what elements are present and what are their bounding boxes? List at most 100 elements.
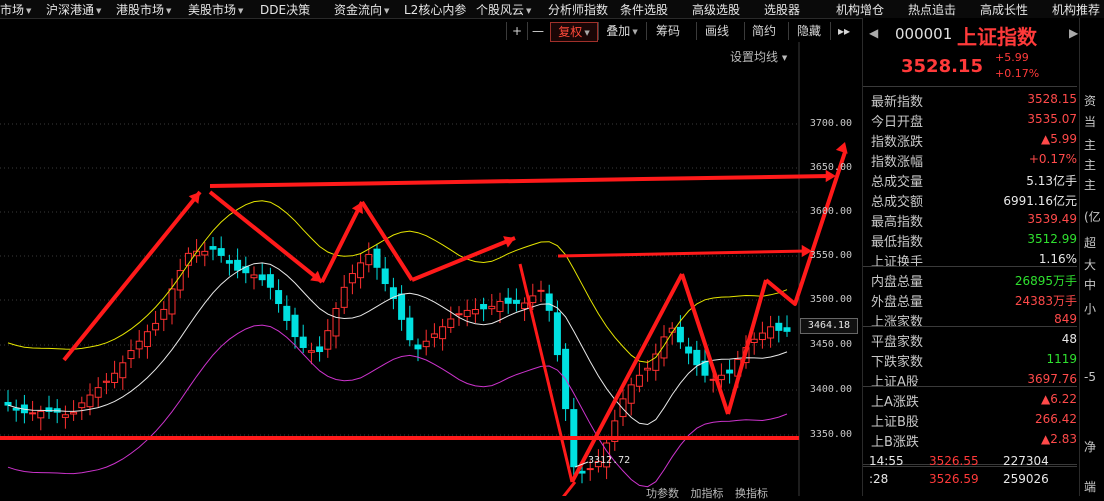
quote-panel: ◀ 000001 上证指数 ▶ 3528.15 +5.99 +0.17% 最新指…: [862, 18, 1104, 496]
side-tab-label[interactable]: 大: [1084, 256, 1096, 273]
candle-body: [307, 350, 315, 353]
next-stock-icon[interactable]: ▶: [1069, 26, 1078, 40]
menu-stock-picker[interactable]: 选股器: [764, 1, 800, 18]
candle-body: [94, 387, 102, 398]
candle-body: [209, 246, 217, 250]
kline-chart-svg: [0, 42, 848, 496]
side-tab-label[interactable]: (亿: [1084, 208, 1101, 225]
tab-switch-indicator[interactable]: 换指标: [735, 487, 768, 500]
menu-high-growth[interactable]: 高成长性: [980, 1, 1028, 18]
chevron-down-icon: ▼: [632, 28, 638, 36]
side-tab-label[interactable]: 主: [1084, 136, 1096, 153]
candle-body: [168, 288, 176, 315]
expand-icon[interactable]: ▸▸: [830, 22, 857, 40]
side-tab-label[interactable]: 当: [1084, 113, 1096, 130]
menu-condition-pick[interactable]: 条件选股: [620, 1, 668, 18]
menu-market[interactable]: 市场 ▼: [0, 1, 31, 18]
candle-body: [480, 304, 488, 310]
prev-stock-icon[interactable]: ◀: [869, 26, 878, 40]
quote-row-label: 上证B股: [871, 415, 919, 430]
menu-institution-rec[interactable]: 机构推荐: [1052, 1, 1100, 18]
quote-row-label: 最新指数: [871, 95, 924, 110]
candle-body: [430, 333, 438, 338]
candle-body: [381, 268, 389, 285]
chevron-down-icon: ▼: [238, 7, 244, 15]
candle-body: [521, 302, 529, 310]
candle-body: [324, 330, 332, 350]
menu-hot-track[interactable]: 热点追击: [908, 1, 956, 18]
quote-row-label: 上证A股: [871, 375, 919, 390]
candle-body: [447, 318, 455, 328]
side-tab-label[interactable]: 端: [1084, 478, 1096, 495]
boll-lower-line: [7, 324, 788, 488]
candle-body: [496, 300, 504, 312]
candle-body: [726, 369, 734, 374]
divider: [863, 266, 1077, 267]
hide-button[interactable]: 隐藏: [788, 22, 829, 40]
fuquan-button[interactable]: 复权 ▼: [550, 22, 598, 42]
quote-row-value: 3697.76: [1027, 372, 1077, 386]
candle-body: [471, 308, 479, 315]
quote-row-label: 今日开盘: [871, 115, 924, 130]
indicator-tabs: 功参数 加指标 换指标: [646, 485, 768, 501]
menu-fund-flow[interactable]: 资金流向 ▼: [334, 1, 389, 18]
menu-dde[interactable]: DDE决策: [260, 1, 310, 18]
trend-arrow: [726, 279, 768, 415]
menu-us-market[interactable]: 美股市场 ▼: [188, 1, 243, 18]
quote-row-value: 3528.15: [1027, 92, 1077, 106]
candle-body: [283, 305, 291, 321]
menu-hk-market[interactable]: 港股市场 ▼: [116, 1, 171, 18]
candle-body: [553, 312, 561, 356]
zoom-out-button[interactable]: —: [527, 22, 548, 40]
tab-add-indicator[interactable]: 加指标: [691, 487, 724, 500]
kline-chart[interactable]: 3700.00 3650.00 3600.00 3550.00 3500.00 3450.…: [0, 42, 858, 500]
menu-institution-add[interactable]: 机构增仓: [836, 1, 884, 18]
candle-body: [127, 350, 135, 360]
candle-body: [750, 338, 758, 343]
side-tab-label[interactable]: 主: [1084, 176, 1096, 193]
candle-body: [529, 295, 537, 304]
candle-body: [365, 253, 373, 266]
candle-body: [422, 340, 430, 348]
candle-body: [693, 349, 701, 366]
tab-params[interactable]: 功参数: [646, 487, 679, 500]
menu-analyst-index[interactable]: 分析师指数: [548, 1, 608, 18]
chip-distribution-button[interactable]: 筹码: [646, 22, 689, 40]
overlay-button[interactable]: 叠加 ▼: [598, 22, 645, 40]
candle-body: [373, 248, 381, 268]
side-tab-label[interactable]: -5: [1084, 370, 1096, 384]
divider: [863, 386, 1077, 387]
top-menu-bar: 市场 ▼ 沪深港通 ▼ 港股市场 ▼ 美股市场 ▼ DDE决策 资金流向 ▼ L2核心内参…: [0, 0, 1104, 19]
quote-row-label: 上B涨跌: [871, 435, 919, 450]
side-tab-label[interactable]: 净: [1084, 438, 1096, 455]
candle-body: [455, 313, 463, 316]
low-pointer: [562, 481, 577, 496]
side-tab-label[interactable]: 主: [1084, 156, 1096, 173]
candle-body: [234, 259, 242, 271]
side-tab-label[interactable]: 资: [1084, 92, 1096, 109]
side-tab-label[interactable]: 中: [1084, 276, 1096, 293]
candle-body: [299, 336, 307, 348]
side-panel-tabs: 资当主主主 (亿超大中小 -5 净端: [1079, 18, 1104, 496]
candle-body: [160, 308, 168, 320]
candle-body: [266, 274, 274, 288]
chevron-down-icon: ▼: [26, 7, 32, 15]
candle-body: [676, 326, 684, 343]
candle-body: [685, 346, 693, 354]
chevron-down-icon: ▼: [96, 7, 102, 15]
side-tab-label[interactable]: 超: [1084, 234, 1096, 251]
menu-l2[interactable]: L2核心内参: [404, 1, 466, 18]
candle-body: [463, 309, 471, 317]
menu-hk-connect[interactable]: 沪深港通 ▼: [46, 1, 101, 18]
quote-row-label: 外盘总量: [871, 295, 924, 310]
candle-body: [537, 289, 545, 292]
chart-toolbar: + — 复权 ▼ 叠加 ▼ 筹码 画线 简约 隐藏 ▸▸: [506, 22, 858, 42]
draw-line-button[interactable]: 画线: [696, 22, 737, 40]
zoom-in-button[interactable]: +: [506, 22, 527, 40]
menu-stock-news[interactable]: 个股风云 ▼: [476, 1, 531, 18]
menu-advanced-pick[interactable]: 高级选股: [692, 1, 740, 18]
simple-mode-button[interactable]: 简约: [744, 22, 783, 40]
quote-row-label: 总成交量: [871, 175, 924, 190]
side-tab-label[interactable]: 小: [1084, 300, 1096, 317]
candle-body: [545, 293, 553, 311]
